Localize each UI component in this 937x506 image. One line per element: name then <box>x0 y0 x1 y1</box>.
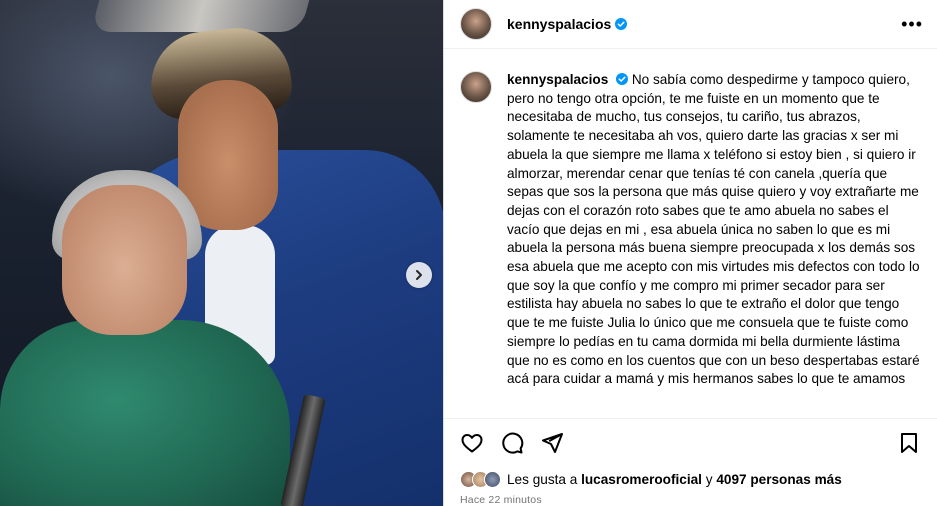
caption-avatar[interactable] <box>460 71 492 103</box>
send-icon[interactable] <box>540 431 564 455</box>
caption-text-block: kennyspalacios No sabía como despedirme … <box>507 71 923 418</box>
post-viewer: kennyspalacios ••• kennyspalacios No sab… <box>0 0 937 506</box>
liker-avatar <box>484 470 501 488</box>
post-photo[interactable] <box>0 0 443 506</box>
caption-username[interactable]: kennyspalacios <box>507 72 608 87</box>
next-photo-button[interactable] <box>406 262 432 288</box>
username-link[interactable]: kennyspalacios <box>507 16 611 32</box>
post-timestamp[interactable]: Hace 22 minutos <box>444 492 937 506</box>
liker-avatars[interactable] <box>460 470 501 488</box>
caption-area: kennyspalacios No sabía como despedirme … <box>444 49 937 418</box>
action-bar <box>444 418 937 466</box>
likes-summary: Les gusta a lucasromerooficial y 4097 pe… <box>444 466 937 492</box>
likes-and: y <box>705 471 713 487</box>
post-sidebar: kennyspalacios ••• kennyspalacios No sab… <box>443 0 937 506</box>
photo-lamp <box>90 0 310 32</box>
likes-prefix: Les gusta a <box>507 471 578 487</box>
heart-icon[interactable] <box>460 431 484 455</box>
caption-body: No sabía como despedirme y tampoco quier… <box>507 72 920 387</box>
liker-username-link[interactable]: lucasromerooficial <box>581 472 702 487</box>
more-options-icon[interactable]: ••• <box>901 15 923 33</box>
avatar[interactable] <box>460 8 492 40</box>
chevron-right-icon <box>416 270 422 280</box>
verified-badge-icon <box>615 18 628 30</box>
bookmark-icon[interactable] <box>897 431 921 455</box>
comment-icon[interactable] <box>500 431 524 455</box>
post-header: kennyspalacios ••• <box>444 0 937 49</box>
photo-woman-face <box>62 185 187 335</box>
likes-count-link[interactable]: 4097 personas más <box>716 472 841 487</box>
verified-badge-icon <box>616 73 629 85</box>
photo-woman-dress <box>0 320 290 506</box>
